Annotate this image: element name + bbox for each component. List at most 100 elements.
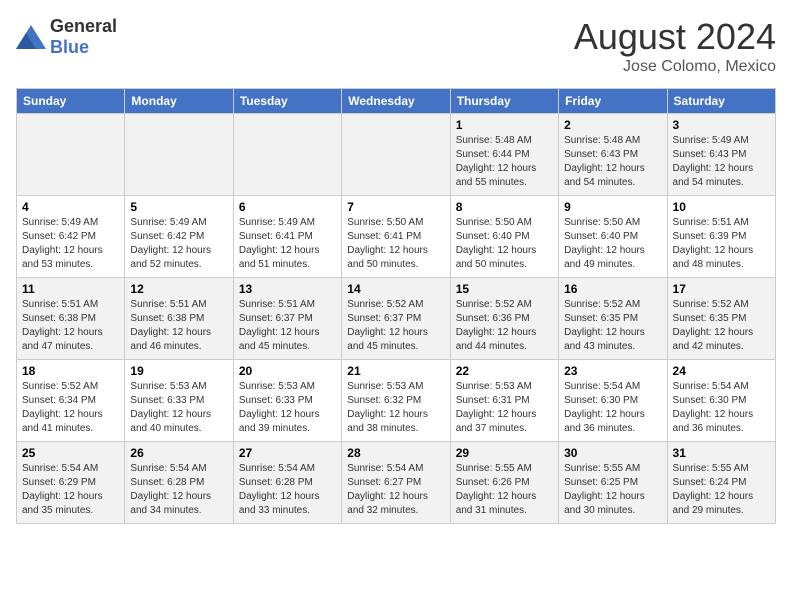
day-number: 20 xyxy=(239,364,336,378)
day-info: Sunrise: 5:51 AMSunset: 6:38 PMDaylight:… xyxy=(22,298,119,354)
calendar-cell xyxy=(17,114,125,196)
day-number: 13 xyxy=(239,282,336,296)
logo: General Blue xyxy=(16,16,117,58)
day-info: Sunrise: 5:53 AMSunset: 6:32 PMDaylight:… xyxy=(347,380,444,436)
day-info: Sunrise: 5:54 AMSunset: 6:29 PMDaylight:… xyxy=(22,462,119,518)
calendar-cell: 27Sunrise: 5:54 AMSunset: 6:28 PMDayligh… xyxy=(233,442,341,524)
calendar-cell xyxy=(233,114,341,196)
day-info: Sunrise: 5:48 AMSunset: 6:43 PMDaylight:… xyxy=(564,134,661,190)
calendar-cell: 30 Sunrise: 5:55 AMSunset: 6:25 PMDayligh… xyxy=(559,442,667,524)
calendar-cell: 13 Sunrise: 5:51 AMSunset: 6:37 PMDayligh… xyxy=(233,278,341,360)
calendar-cell xyxy=(125,114,233,196)
calendar-cell: 29 Sunrise: 5:55 AMSunset: 6:26 PMDayligh… xyxy=(450,442,558,524)
day-number: 8 xyxy=(456,200,553,214)
calendar-cell: 8 Sunrise: 5:50 AMSunset: 6:40 PMDaylight… xyxy=(450,196,558,278)
calendar-cell: 7 Sunrise: 5:50 AMSunset: 6:41 PMDaylight… xyxy=(342,196,450,278)
day-info: Sunrise: 5:52 AMSunset: 6:35 PMDaylight:… xyxy=(673,298,770,354)
day-number: 25 xyxy=(22,446,119,460)
day-info: Sunrise: 5:53 AMSunset: 6:33 PMDaylight:… xyxy=(130,380,227,436)
calendar-cell: 11 Sunrise: 5:51 AMSunset: 6:38 PMDayligh… xyxy=(17,278,125,360)
day-info: Sunrise: 5:54 AMSunset: 6:28 PMDaylight:… xyxy=(239,462,336,518)
calendar-cell: 17 Sunrise: 5:52 AMSunset: 6:35 PMDayligh… xyxy=(667,278,775,360)
calendar-cell: 21Sunrise: 5:53 AMSunset: 6:32 PMDayligh… xyxy=(342,360,450,442)
calendar-table: SundayMondayTuesdayWednesdayThursdayFrid… xyxy=(16,88,776,524)
calendar-cell: 15 Sunrise: 5:52 AMSunset: 6:36 PMDayligh… xyxy=(450,278,558,360)
day-info: Sunrise: 5:52 AMSunset: 6:37 PMDaylight:… xyxy=(347,298,444,354)
day-info: Sunrise: 5:54 AMSunset: 6:30 PMDaylight:… xyxy=(564,380,661,436)
day-number: 17 xyxy=(673,282,770,296)
calendar-cell: 18Sunrise: 5:52 AMSunset: 6:34 PMDayligh… xyxy=(17,360,125,442)
logo-blue: Blue xyxy=(50,37,89,57)
calendar-week-row: 1 Sunrise: 5:48 AMSunset: 6:44 PMDaylight… xyxy=(17,114,776,196)
calendar-cell: 20 Sunrise: 5:53 AMSunset: 6:33 PMDayligh… xyxy=(233,360,341,442)
calendar-cell: 1 Sunrise: 5:48 AMSunset: 6:44 PMDaylight… xyxy=(450,114,558,196)
calendar-cell: 25 Sunrise: 5:54 AMSunset: 6:29 PMDayligh… xyxy=(17,442,125,524)
day-info: Sunrise: 5:55 AMSunset: 6:25 PMDaylight:… xyxy=(564,462,661,518)
calendar-cell xyxy=(342,114,450,196)
day-number: 5 xyxy=(130,200,227,214)
calendar-cell: 9 Sunrise: 5:50 AMSunset: 6:40 PMDaylight… xyxy=(559,196,667,278)
day-info: Sunrise: 5:49 AMSunset: 6:41 PMDaylight:… xyxy=(239,216,336,272)
day-info: Sunrise: 5:53 AMSunset: 6:33 PMDaylight:… xyxy=(239,380,336,436)
day-info: Sunrise: 5:50 AMSunset: 6:41 PMDaylight:… xyxy=(347,216,444,272)
day-number: 4 xyxy=(22,200,119,214)
subtitle: Jose Colomo, Mexico xyxy=(574,58,776,76)
day-info: Sunrise: 5:51 AMSunset: 6:37 PMDaylight:… xyxy=(239,298,336,354)
day-number: 3 xyxy=(673,118,770,132)
calendar-cell: 12Sunrise: 5:51 AMSunset: 6:38 PMDayligh… xyxy=(125,278,233,360)
logo-general: General xyxy=(50,16,117,36)
day-info: Sunrise: 5:48 AMSunset: 6:44 PMDaylight:… xyxy=(456,134,553,190)
column-header-thursday: Thursday xyxy=(450,89,558,114)
column-header-saturday: Saturday xyxy=(667,89,775,114)
calendar-week-row: 18Sunrise: 5:52 AMSunset: 6:34 PMDayligh… xyxy=(17,360,776,442)
day-number: 2 xyxy=(564,118,661,132)
day-number: 23 xyxy=(564,364,661,378)
calendar-cell: 14Sunrise: 5:52 AMSunset: 6:37 PMDayligh… xyxy=(342,278,450,360)
day-number: 6 xyxy=(239,200,336,214)
day-number: 11 xyxy=(22,282,119,296)
day-info: Sunrise: 5:49 AMSunset: 6:42 PMDaylight:… xyxy=(22,216,119,272)
day-info: Sunrise: 5:50 AMSunset: 6:40 PMDaylight:… xyxy=(564,216,661,272)
day-number: 9 xyxy=(564,200,661,214)
calendar-cell: 10 Sunrise: 5:51 AMSunset: 6:39 PMDayligh… xyxy=(667,196,775,278)
day-number: 30 xyxy=(564,446,661,460)
day-number: 28 xyxy=(347,446,444,460)
title-block: August 2024 Jose Colomo, Mexico xyxy=(574,16,776,76)
day-number: 24 xyxy=(673,364,770,378)
calendar-cell: 26 Sunrise: 5:54 AMSunset: 6:28 PMDayligh… xyxy=(125,442,233,524)
calendar-cell: 19Sunrise: 5:53 AMSunset: 6:33 PMDayligh… xyxy=(125,360,233,442)
day-number: 18 xyxy=(22,364,119,378)
main-title: August 2024 xyxy=(574,16,776,58)
day-number: 29 xyxy=(456,446,553,460)
day-number: 15 xyxy=(456,282,553,296)
calendar-cell: 28 Sunrise: 5:54 AMSunset: 6:27 PMDayligh… xyxy=(342,442,450,524)
calendar-cell: 5 Sunrise: 5:49 AMSunset: 6:42 PMDaylight… xyxy=(125,196,233,278)
day-info: Sunrise: 5:51 AMSunset: 6:39 PMDaylight:… xyxy=(673,216,770,272)
calendar-cell: 31 Sunrise: 5:55 AMSunset: 6:24 PMDayligh… xyxy=(667,442,775,524)
logo-icon xyxy=(16,25,46,49)
calendar-cell: 3Sunrise: 5:49 AMSunset: 6:43 PMDaylight… xyxy=(667,114,775,196)
day-info: Sunrise: 5:54 AMSunset: 6:28 PMDaylight:… xyxy=(130,462,227,518)
column-header-wednesday: Wednesday xyxy=(342,89,450,114)
day-number: 31 xyxy=(673,446,770,460)
day-number: 10 xyxy=(673,200,770,214)
column-header-monday: Monday xyxy=(125,89,233,114)
day-number: 16 xyxy=(564,282,661,296)
calendar-body: 1 Sunrise: 5:48 AMSunset: 6:44 PMDaylight… xyxy=(17,114,776,524)
day-info: Sunrise: 5:50 AMSunset: 6:40 PMDaylight:… xyxy=(456,216,553,272)
day-number: 1 xyxy=(456,118,553,132)
calendar-cell: 6 Sunrise: 5:49 AMSunset: 6:41 PMDaylight… xyxy=(233,196,341,278)
day-info: Sunrise: 5:54 AMSunset: 6:30 PMDaylight:… xyxy=(673,380,770,436)
day-info: Sunrise: 5:55 AMSunset: 6:24 PMDaylight:… xyxy=(673,462,770,518)
day-number: 26 xyxy=(130,446,227,460)
calendar-week-row: 25 Sunrise: 5:54 AMSunset: 6:29 PMDayligh… xyxy=(17,442,776,524)
column-header-friday: Friday xyxy=(559,89,667,114)
day-info: Sunrise: 5:52 AMSunset: 6:36 PMDaylight:… xyxy=(456,298,553,354)
column-header-tuesday: Tuesday xyxy=(233,89,341,114)
day-info: Sunrise: 5:49 AMSunset: 6:42 PMDaylight:… xyxy=(130,216,227,272)
day-info: Sunrise: 5:55 AMSunset: 6:26 PMDaylight:… xyxy=(456,462,553,518)
day-number: 7 xyxy=(347,200,444,214)
calendar-cell: 2 Sunrise: 5:48 AMSunset: 6:43 PMDaylight… xyxy=(559,114,667,196)
day-info: Sunrise: 5:54 AMSunset: 6:27 PMDaylight:… xyxy=(347,462,444,518)
calendar-cell: 24 Sunrise: 5:54 AMSunset: 6:30 PMDayligh… xyxy=(667,360,775,442)
